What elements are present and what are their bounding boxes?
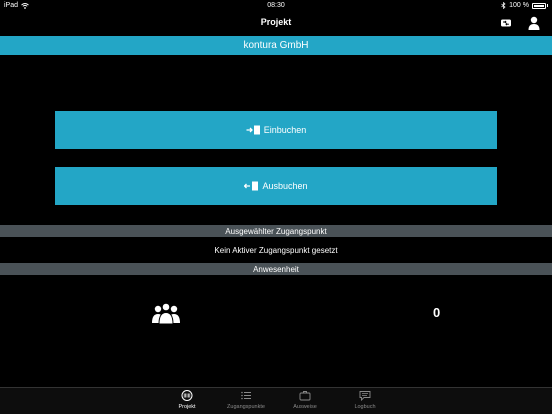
tab-ausweise-label: Ausweise <box>293 404 317 410</box>
attendance-count: 0 <box>433 305 441 320</box>
nav-bar: Projekt <box>0 12 552 34</box>
sign-out-icon <box>244 181 259 191</box>
company-banner: kontura GmbH <box>0 36 552 55</box>
tab-projekt[interactable]: Projekt <box>157 390 217 410</box>
status-bar: iPad 08:30 100 % <box>0 0 552 12</box>
sync-icon[interactable] <box>500 18 512 28</box>
check-in-label: Einbuchen <box>263 125 307 135</box>
sign-in-icon <box>246 125 260 135</box>
list-icon <box>241 391 251 400</box>
attendance-header-label: Anwesenheit <box>253 264 299 274</box>
tab-logbuch-label: Logbuch <box>354 404 376 410</box>
status-right: 100 % <box>501 2 548 9</box>
tab-projekt-label: Projekt <box>178 404 196 410</box>
access-point-header-label: Ausgewählter Zugangspunkt <box>225 226 327 236</box>
id-card-icon <box>299 391 311 401</box>
check-out-button[interactable]: Ausbuchen <box>55 167 497 205</box>
company-name: kontura GmbH <box>243 40 309 51</box>
tab-zugangspunkte-label: Zugangspunkte <box>227 404 265 410</box>
check-out-label: Ausbuchen <box>262 181 308 191</box>
battery-tip <box>547 4 548 7</box>
projekt-icon <box>181 390 193 401</box>
page-title: Projekt <box>260 17 292 27</box>
tab-logbuch[interactable]: Logbuch <box>335 390 395 410</box>
chat-icon <box>359 391 371 401</box>
tab-ausweise[interactable]: Ausweise <box>275 390 335 410</box>
user-icon[interactable] <box>528 16 540 30</box>
check-in-button[interactable]: Einbuchen <box>55 111 497 149</box>
status-time: 08:30 <box>267 2 285 9</box>
people-icon <box>152 302 180 324</box>
bluetooth-icon <box>501 2 506 9</box>
attendance-header: Anwesenheit <box>0 263 552 275</box>
battery-icon <box>532 2 546 9</box>
access-point-header: Ausgewählter Zugangspunkt <box>0 225 552 237</box>
access-point-status: Kein Aktiver Zugangspunkt gesetzt <box>214 246 338 255</box>
tab-zugangspunkte[interactable]: Zugangspunkte <box>216 390 276 410</box>
battery-percent: 100 % <box>509 2 529 9</box>
tab-bar: Projekt Zugangspunkte Ausweise Logbuch <box>0 387 552 414</box>
